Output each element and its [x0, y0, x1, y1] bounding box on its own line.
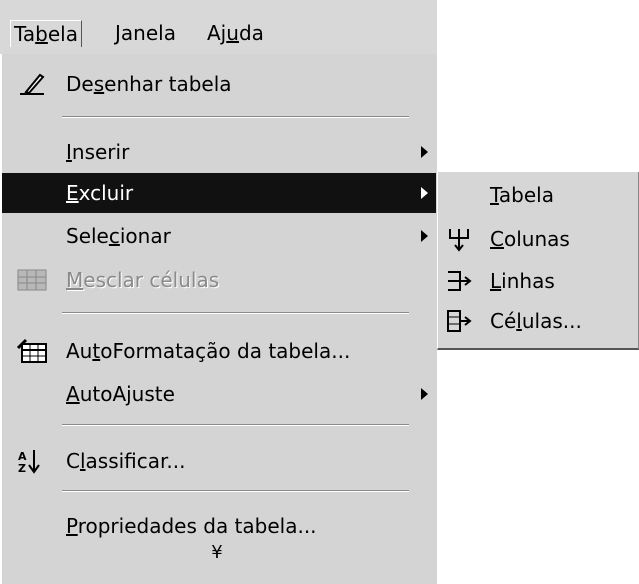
delete-rows-icon	[448, 271, 472, 291]
menu-item-autoajuste[interactable]: AutoAjuste	[2, 374, 436, 414]
menu-item-inserir[interactable]: Inserir	[2, 132, 436, 172]
submenu-item-tabela[interactable]: Tabela	[438, 174, 638, 214]
menubar-item-janela[interactable]: Janela	[112, 20, 179, 46]
menubar-label-post: anela	[120, 21, 176, 45]
submenu-item-colunas[interactable]: Colunas	[438, 218, 638, 258]
menu-item-label: Inserir	[66, 140, 130, 164]
menu-separator	[62, 490, 409, 492]
delete-columns-icon	[449, 229, 469, 252]
sort-az-icon: A Z	[18, 450, 40, 474]
menubar-label-pre: Aj	[207, 21, 227, 45]
menubar-label-post: da	[238, 21, 264, 45]
submenu-item-linhas[interactable]: Linhas	[438, 260, 638, 300]
tabela-menu: Desenhar tabela Inserir Excluir Selecion…	[0, 54, 437, 584]
menu-item-label: Excluir	[66, 181, 134, 205]
table-autoformat-icon	[16, 338, 47, 363]
menu-item-label: AutoAjuste	[66, 382, 175, 406]
menu-item-excluir[interactable]: Excluir	[2, 173, 436, 213]
submenu-item-label: Tabela	[490, 183, 554, 207]
excluir-submenu: Tabela Colunas Linhas Células...	[437, 172, 639, 350]
menubar-label-key: b	[35, 22, 48, 46]
menubar-label-key: u	[226, 21, 239, 45]
submenu-item-celulas[interactable]: Células...	[438, 300, 638, 340]
submenu-arrow-icon	[421, 230, 428, 242]
submenu-arrow-icon	[421, 187, 428, 199]
menu-item-classificar[interactable]: A Z Classificar...	[2, 441, 436, 481]
svg-text:Z: Z	[18, 462, 26, 474]
menubar-item-ajuda[interactable]: Ajuda	[204, 20, 267, 46]
delete-cells-icon	[447, 310, 472, 332]
menubar-label-pre: Ta	[14, 22, 36, 46]
menu-item-selecionar[interactable]: Selecionar	[2, 216, 436, 256]
submenu-item-label: Colunas	[490, 227, 570, 251]
menu-item-label: Selecionar	[66, 224, 171, 248]
submenu-item-label: Linhas	[490, 269, 555, 293]
menu-item-propriedades[interactable]: Propriedades da tabela...	[2, 506, 436, 546]
menu-item-autoformatacao[interactable]: AutoFormatação da tabela...	[2, 331, 436, 371]
menubar-label-post: ela	[47, 22, 78, 46]
submenu-arrow-icon	[421, 388, 428, 400]
menu-separator	[62, 424, 409, 426]
pencil-icon	[20, 73, 45, 95]
menu-item-label: Desenhar tabela	[66, 72, 232, 96]
submenu-arrow-icon	[421, 146, 428, 158]
menu-item-label: Classificar...	[66, 449, 186, 473]
menu-separator	[62, 116, 409, 118]
menu-item-label: Mesclar células	[66, 268, 220, 292]
menubar-item-tabela[interactable]: Tabela	[10, 20, 82, 47]
merge-cells-icon	[17, 269, 47, 291]
menu-item-label: Propriedades da tabela...	[66, 514, 317, 538]
menu-item-label: AutoFormatação da tabela...	[66, 339, 351, 363]
menu-item-desenhar-tabela[interactable]: Desenhar tabela	[2, 64, 436, 104]
menu-separator	[62, 312, 409, 314]
submenu-item-label: Células...	[490, 309, 582, 333]
expand-menu-chevron-icon[interactable]: ¥	[0, 542, 434, 572]
menu-bar: Tabela Janela Ajuda	[0, 0, 437, 54]
menu-item-mesclar-celulas: Mesclar células	[2, 260, 436, 300]
